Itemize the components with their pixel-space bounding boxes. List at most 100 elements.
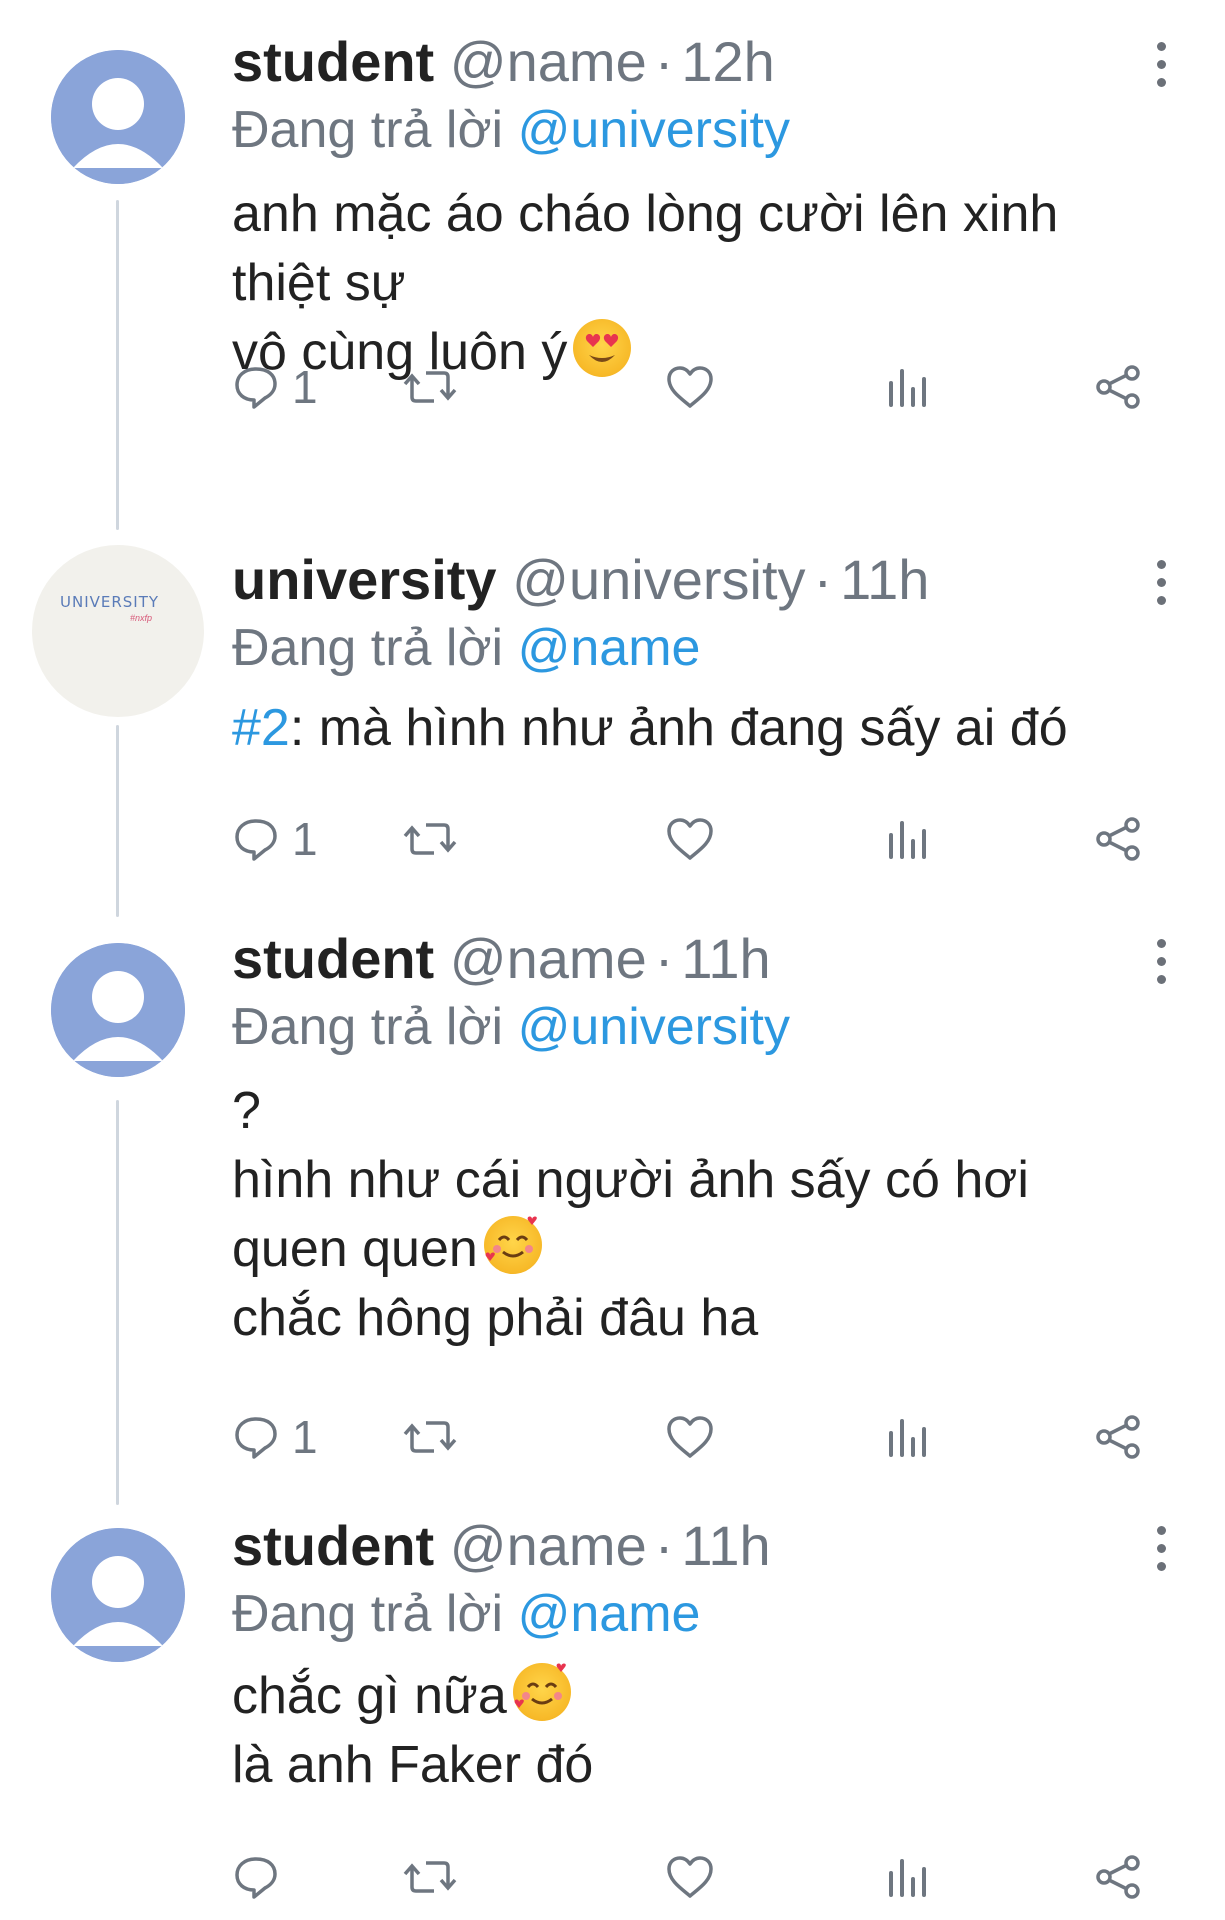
hashtag-link[interactable]: #2 [232, 699, 290, 757]
heart-icon [667, 366, 713, 408]
action-bar: 1 [232, 809, 1185, 869]
replying-to-label: Đang trả lời [232, 1585, 504, 1643]
action-bar: 1 [232, 1407, 1185, 1467]
action-bar [232, 1847, 1185, 1907]
reply-button[interactable]: 1 [232, 1407, 318, 1467]
like-button[interactable] [664, 1407, 716, 1467]
replying-to-label: Đang trả lời [232, 101, 504, 159]
display-name[interactable]: student [232, 927, 434, 990]
heart-icon [667, 818, 713, 860]
separator: · [654, 30, 674, 93]
reply-count: 1 [292, 361, 318, 413]
display-name[interactable]: university [232, 548, 497, 611]
default-avatar-icon [51, 50, 185, 184]
heart-icon [667, 1856, 713, 1898]
tweet-header: student @name · 11h [232, 1514, 771, 1578]
smiling-face-with-hearts-emoji [483, 1216, 542, 1274]
analytics-button[interactable] [885, 1407, 929, 1467]
reply-thread: student @name · 12h Đang trả lời @universi… [0, 0, 1225, 1920]
display-name[interactable]: student [232, 1514, 434, 1577]
avatar[interactable] [51, 1528, 185, 1662]
share-button[interactable] [1092, 1847, 1144, 1907]
retweet-button[interactable] [402, 809, 458, 869]
heart-icon [667, 1416, 713, 1458]
retweet-icon [403, 1421, 457, 1453]
share-icon [1096, 817, 1140, 861]
reply-icon [235, 1417, 277, 1459]
body-line: thiệt sự [232, 254, 406, 312]
analytics-button[interactable] [885, 809, 929, 869]
mention-link[interactable]: @university [518, 998, 790, 1056]
mention-link[interactable]: @name [518, 619, 701, 677]
analytics-icon [889, 821, 926, 859]
mention-link[interactable]: @university [518, 101, 790, 159]
avatar[interactable] [51, 50, 185, 184]
avatar-logo-text: UNIVERSITY [60, 593, 160, 611]
share-button[interactable] [1092, 1407, 1144, 1467]
replying-to: Đang trả lời @university [232, 995, 790, 1059]
thread-connector [116, 1100, 119, 1505]
tweet-body: chắc gì nữa là anh Faker đó [232, 1662, 593, 1800]
handle[interactable]: @name [450, 30, 647, 93]
more-options-icon[interactable] [1151, 1526, 1171, 1574]
retweet-button[interactable] [402, 357, 458, 417]
analytics-button[interactable] [885, 1847, 929, 1907]
replying-to: Đang trả lời @university [232, 98, 790, 162]
retweet-icon [403, 1861, 457, 1893]
analytics-button[interactable] [885, 357, 929, 417]
avatar[interactable]: UNIVERSITY #nxfp [32, 545, 204, 717]
thread-connector [116, 200, 119, 530]
more-options-icon[interactable] [1151, 939, 1171, 987]
body-line: chắc gì nữa [232, 1667, 507, 1725]
handle[interactable]: @university [512, 548, 805, 611]
like-button[interactable] [664, 1847, 716, 1907]
body-line: hình như cái người ảnh sấy có hơi [232, 1151, 1029, 1209]
timestamp[interactable]: 11h [840, 548, 929, 611]
tweet-body: anh mặc áo cháo lòng cười lên xinh thiệt… [232, 180, 1058, 387]
tweet-header: student @name · 11h [232, 927, 771, 991]
reply-button[interactable]: 1 [232, 357, 318, 417]
share-button[interactable] [1092, 357, 1144, 417]
avatar-logo-subtext: #nxfp [130, 613, 153, 623]
avatar[interactable] [51, 943, 185, 1077]
share-icon [1096, 1415, 1140, 1459]
timestamp[interactable]: 11h [681, 1514, 770, 1577]
separator: · [654, 1514, 674, 1577]
body-line: chắc hông phải đâu ha [232, 1289, 759, 1347]
retweet-button[interactable] [402, 1847, 458, 1907]
default-avatar-icon [51, 1528, 185, 1662]
handle[interactable]: @name [450, 1514, 647, 1577]
analytics-icon [889, 1419, 926, 1457]
like-button[interactable] [664, 357, 716, 417]
analytics-icon [889, 1859, 926, 1897]
reply-icon [235, 819, 277, 861]
retweet-icon [403, 823, 457, 855]
mention-link[interactable]: @name [518, 1585, 701, 1643]
default-avatar-icon [51, 943, 185, 1077]
timestamp[interactable]: 11h [681, 927, 770, 990]
tweet-header: university @university · 11h [232, 548, 929, 612]
retweet-button[interactable] [402, 1407, 458, 1467]
body-line: anh mặc áo cháo lòng cười lên xinh [232, 185, 1059, 243]
more-options-icon[interactable] [1151, 42, 1171, 90]
action-bar: 1 [232, 357, 1185, 417]
body-line: : mà hình như ảnh đang sấy ai đó [289, 699, 1068, 757]
separator: · [654, 927, 674, 990]
replying-to-label: Đang trả lời [232, 998, 504, 1056]
reply-button[interactable] [232, 1847, 292, 1907]
reply-button[interactable]: 1 [232, 809, 318, 869]
body-line: là anh Faker đó [232, 1736, 594, 1794]
display-name[interactable]: student [232, 30, 434, 93]
like-button[interactable] [664, 809, 716, 869]
replying-to: Đang trả lời @name [232, 1582, 700, 1646]
thread-connector [116, 725, 119, 917]
analytics-icon [889, 369, 926, 407]
more-options-icon[interactable] [1151, 560, 1171, 608]
share-icon [1096, 1855, 1140, 1899]
replying-to: Đang trả lời @name [232, 616, 700, 680]
handle[interactable]: @name [450, 927, 647, 990]
separator: · [813, 548, 833, 611]
share-button[interactable] [1092, 809, 1144, 869]
timestamp[interactable]: 12h [681, 30, 774, 93]
reply-count: 1 [292, 1411, 318, 1463]
